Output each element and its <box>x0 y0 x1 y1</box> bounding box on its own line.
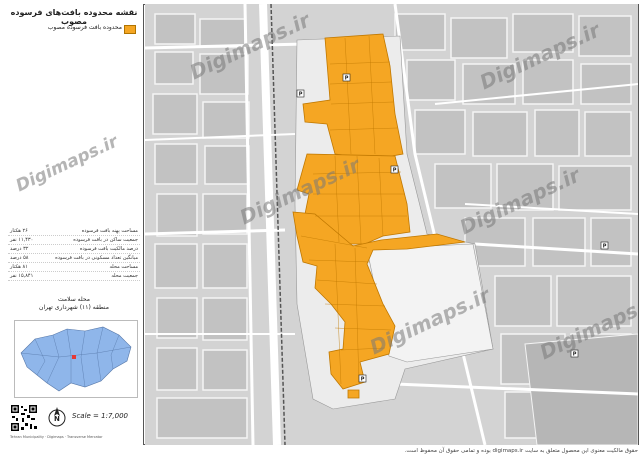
stats-table: مساحت پهنه بافت فرسوده ۲۶ هکتار جمعیت سا… <box>8 227 140 281</box>
qr-code-icon <box>10 404 38 432</box>
info-panel: نقشه محدوده بافت‌های فرسوده مصوب محدوده … <box>4 4 144 445</box>
stat-row: جمعیت محله ۱۵,۸۴۱ نفر <box>8 272 140 281</box>
svg-text:P: P <box>573 352 577 358</box>
stat-row: مساحت پهنه بافت فرسوده ۲۶ هکتار <box>8 227 140 236</box>
map-canvas[interactable]: P P P P P P Digimaps.ir Digimaps.ir Digi… <box>145 4 638 445</box>
stat-label: میانگین تعداد مسکونی در بافت فرسوده <box>55 255 138 261</box>
parking-icon: P <box>570 349 579 358</box>
stat-value: ۸۱ هکتار <box>10 264 28 270</box>
bottom-block: N Scale = 1:7,000 Tehran Municipality · … <box>8 402 140 442</box>
svg-text:P: P <box>299 92 303 98</box>
north-label: N <box>54 415 60 423</box>
neighborhood-name: محله سلامت <box>58 296 90 303</box>
study-area-marker <box>72 355 76 359</box>
parking-icon: P <box>296 89 305 98</box>
stat-row: میانگین تعداد مسکونی در بافت فرسوده ۵۸ د… <box>8 254 140 263</box>
stat-row: مساحت محله ۸۱ هکتار <box>8 263 140 272</box>
map-svg: P P P P P P <box>145 4 638 445</box>
locator-minimap <box>14 320 138 398</box>
legend: محدوده بافت فرسوده مصوب <box>8 22 140 36</box>
copyright-footer: حقوق مالکیت معنوی این محصول متعلق به سای… <box>404 448 638 454</box>
stat-label: درصد مالکیت بافت فرسوده <box>79 246 138 252</box>
stat-value: ۲۶ هکتار <box>10 228 28 234</box>
projection-note: Tehran Municipality · Digimaps · Transve… <box>10 435 103 439</box>
legend-label: محدوده بافت فرسوده مصوب <box>47 24 122 31</box>
watermark: Digimaps.ir <box>12 131 122 197</box>
stat-label: مساحت پهنه بافت فرسوده <box>81 228 138 234</box>
stat-value: ۵۸ درصد <box>10 255 29 261</box>
stat-label: جمعیت ساکن در بافت فرسوده <box>73 237 138 243</box>
parking-icon: P <box>342 73 351 82</box>
stat-row: درصد مالکیت بافت فرسوده ۳۲ درصد <box>8 245 140 254</box>
stat-value: ۱۱,۴۳۰ نفر <box>10 237 34 243</box>
scale-label: Scale = 1:7,000 <box>72 412 128 420</box>
legend-swatch <box>124 25 136 34</box>
stat-value: ۳۲ درصد <box>10 246 29 252</box>
locator-map-svg <box>20 326 132 392</box>
svg-text:P: P <box>345 76 349 82</box>
stat-row: جمعیت ساکن در بافت فرسوده ۱۱,۴۳۰ نفر <box>8 236 140 245</box>
svg-text:P: P <box>393 168 397 174</box>
parking-icon: P <box>600 241 609 250</box>
parking-icon: P <box>358 374 367 383</box>
parking-icon: P <box>390 165 399 174</box>
stat-label: مساحت محله <box>109 264 139 270</box>
stat-label: جمعیت محله <box>111 273 138 279</box>
region-name: منطقه (۱۱) شهرداری تهران <box>39 304 109 311</box>
svg-text:P: P <box>603 244 607 250</box>
district-info: محله سلامت منطقه (۱۱) شهرداری تهران <box>4 296 143 312</box>
stat-value: ۱۵,۸۴۱ نفر <box>10 273 34 279</box>
svg-text:P: P <box>361 377 365 383</box>
